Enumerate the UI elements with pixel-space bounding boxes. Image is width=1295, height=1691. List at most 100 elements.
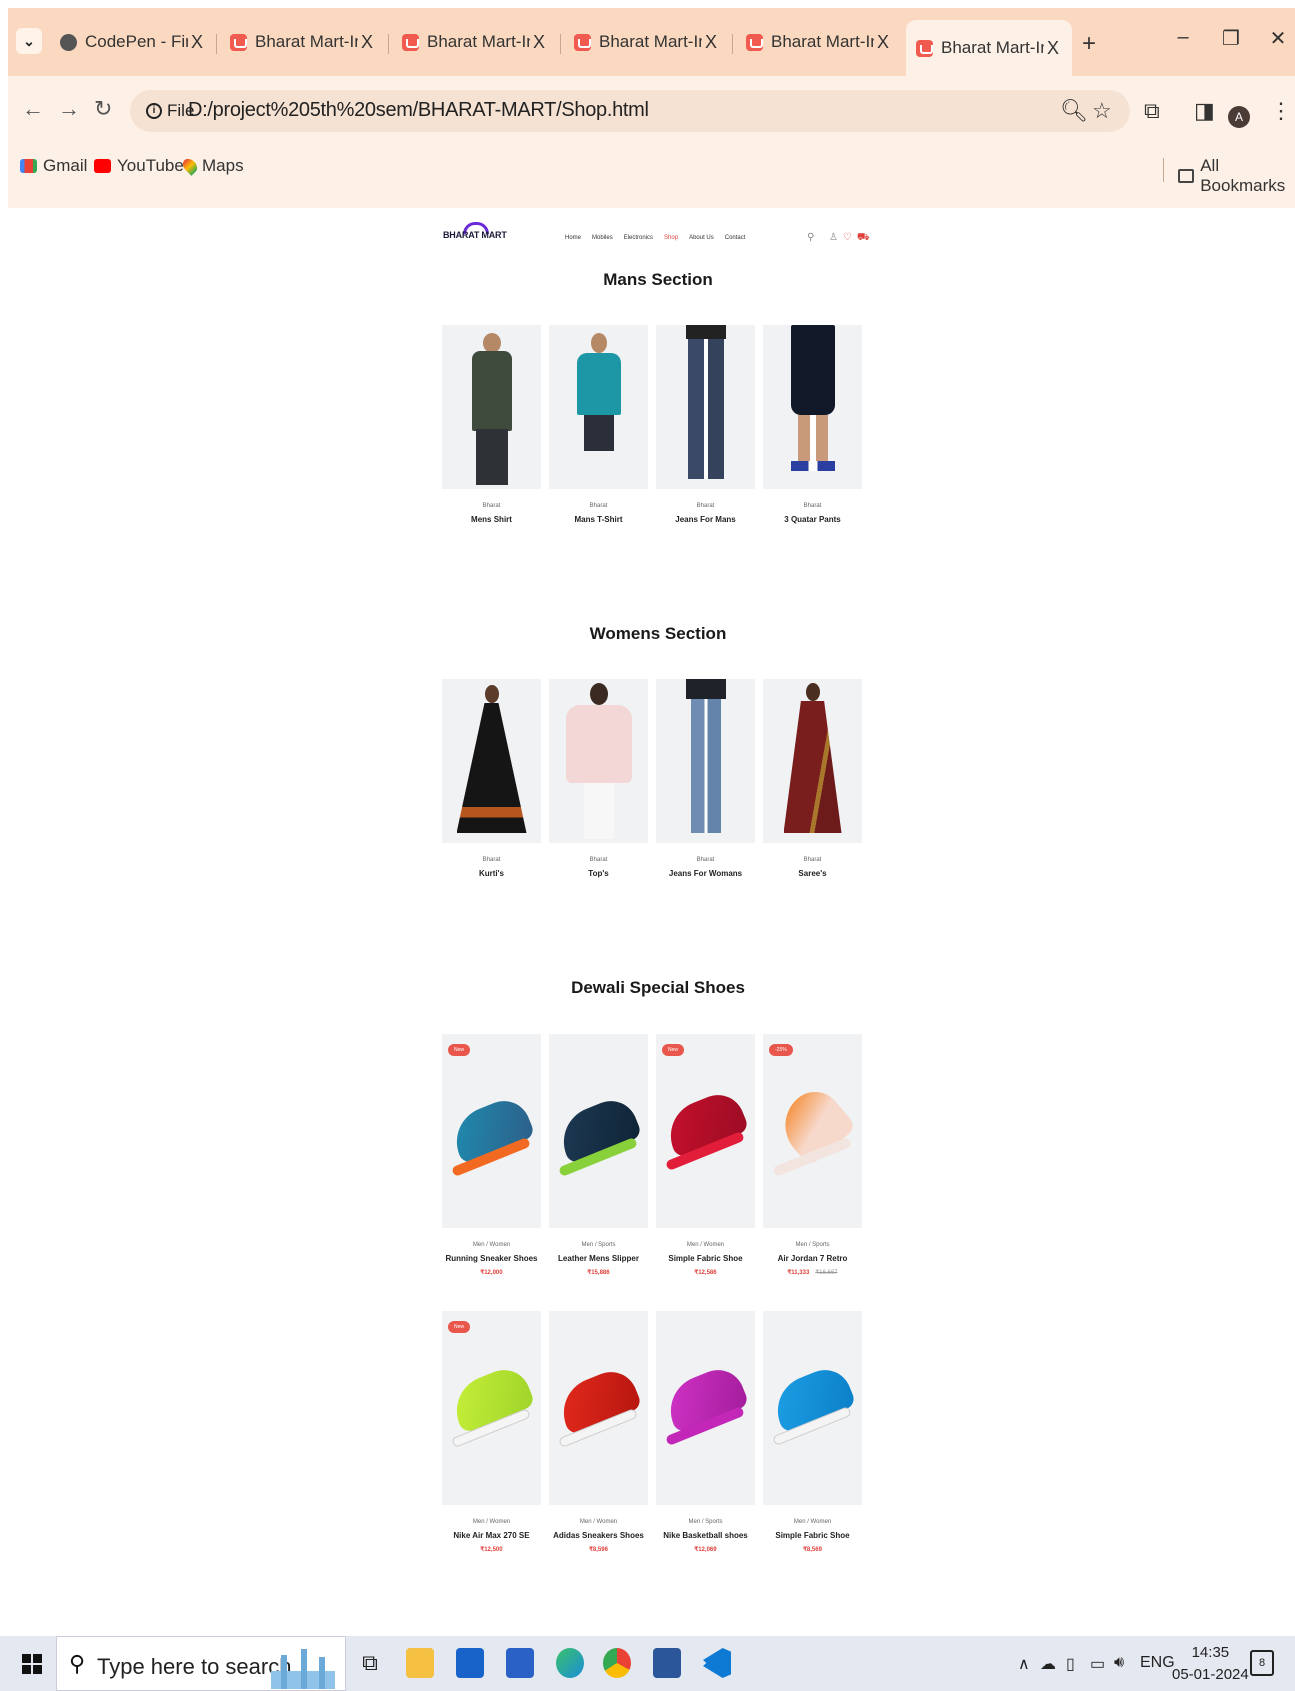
product-card-sarees[interactable]: Bharat Saree's xyxy=(763,679,862,878)
product-card-3-quatar-pants[interactable]: Bharat 3 Quatar Pants xyxy=(763,325,862,524)
forward-arrow-icon[interactable]: → xyxy=(58,96,80,122)
edge-icon[interactable] xyxy=(556,1648,584,1678)
outlook-icon[interactable] xyxy=(456,1648,484,1678)
product-card-mens-shirt[interactable]: Bharat Mens Shirt xyxy=(442,325,541,524)
nav-about[interactable]: About Us xyxy=(689,235,714,241)
back-arrow-icon[interactable]: ← xyxy=(22,96,44,122)
bookmark-youtube[interactable]: YouTube xyxy=(94,156,184,176)
microsoft-store-icon[interactable] xyxy=(506,1648,534,1678)
product-card-running-sneaker[interactable]: New Men / Women Running Sneaker Shoes ₹1… xyxy=(442,1034,541,1276)
product-card-nike-air-max[interactable]: New Men / Women Nike Air Max 270 SE ₹12,… xyxy=(442,1311,541,1553)
word-icon[interactable] xyxy=(653,1648,681,1678)
product-image[interactable]: New xyxy=(442,1311,541,1505)
product-image[interactable] xyxy=(656,325,755,489)
product-name[interactable]: Simple Fabric Shoe xyxy=(656,1254,755,1263)
search-icon[interactable]: ⚲ xyxy=(807,232,814,243)
product-name[interactable]: Mans T-Shirt xyxy=(549,515,648,524)
language-indicator[interactable]: ENG xyxy=(1140,1654,1175,1672)
tab-close-icon[interactable]: X xyxy=(702,32,720,53)
bookmark-maps[interactable]: Maps xyxy=(180,156,244,176)
battery-icon[interactable]: ▯ xyxy=(1066,1654,1075,1674)
product-card-simple-fabric-1[interactable]: New Men / Women Simple Fabric Shoe ₹12,5… xyxy=(656,1034,755,1276)
product-image[interactable]: New xyxy=(656,1034,755,1228)
tab-close-icon[interactable]: X xyxy=(530,32,548,53)
bookmark-gmail[interactable]: Gmail xyxy=(20,156,87,176)
address-bar[interactable]: i File D:/project%205th%20sem/BHARAT-MAR… xyxy=(130,90,1130,132)
kebab-menu-icon[interactable]: ⋮ xyxy=(1270,98,1292,124)
tab-close-icon[interactable]: X xyxy=(188,32,206,53)
taskbar-clock[interactable]: 14:35 05-01-2024 xyxy=(1172,1642,1249,1686)
product-image[interactable] xyxy=(549,1311,648,1505)
nav-mobiles[interactable]: Mobiles xyxy=(592,235,613,241)
product-name[interactable]: Mens Shirt xyxy=(442,515,541,524)
new-tab-plus-icon[interactable]: + xyxy=(1082,30,1096,58)
product-image[interactable] xyxy=(549,679,648,843)
product-image[interactable] xyxy=(763,1311,862,1505)
product-image[interactable]: New xyxy=(442,1034,541,1228)
windows-start-icon[interactable] xyxy=(22,1654,42,1674)
product-name[interactable]: Nike Basketball shoes xyxy=(656,1531,755,1540)
notifications-icon[interactable]: 8 xyxy=(1250,1650,1274,1676)
product-name[interactable]: 3 Quatar Pants xyxy=(763,515,862,524)
tab-close-icon[interactable]: X xyxy=(1044,38,1062,59)
product-image[interactable] xyxy=(442,679,541,843)
reload-icon[interactable]: ↻ xyxy=(94,96,112,122)
product-card-kurtis[interactable]: Bharat Kurti's xyxy=(442,679,541,878)
tab-bharat-mart-4[interactable]: Bharat Mart-Indian X xyxy=(736,22,902,62)
product-name[interactable]: Nike Air Max 270 SE xyxy=(442,1531,541,1540)
tab-close-icon[interactable]: X xyxy=(358,32,376,53)
extensions-puzzle-icon[interactable]: ⧉ xyxy=(1144,98,1160,124)
profile-avatar[interactable]: A xyxy=(1228,106,1250,128)
volume-icon[interactable]: 🔊︎ xyxy=(1114,1654,1124,1672)
tab-bharat-mart-2[interactable]: Bharat Mart-Indian X xyxy=(392,22,558,62)
product-card-air-jordan[interactable]: -25% Men / Sports Air Jordan 7 Retro ₹11… xyxy=(763,1034,862,1276)
product-card-jeans-mans[interactable]: Bharat Jeans For Mans xyxy=(656,325,755,524)
product-name[interactable]: Air Jordan 7 Retro xyxy=(763,1254,862,1263)
product-name[interactable]: Jeans For Mans xyxy=(656,515,755,524)
tab-close-icon[interactable]: X xyxy=(874,32,892,53)
nav-shop[interactable]: Shop xyxy=(664,235,678,241)
chrome-icon[interactable] xyxy=(603,1648,631,1678)
tab-bharat-mart-active[interactable]: Bharat Mart-Indian X xyxy=(906,20,1072,76)
product-image[interactable] xyxy=(656,1311,755,1505)
network-icon[interactable]: ▭ xyxy=(1090,1654,1105,1674)
product-name[interactable]: Jeans For Womans xyxy=(656,869,755,878)
product-card-adidas-sneakers[interactable]: Men / Women Adidas Sneakers Shoes ₹8,596 xyxy=(549,1311,648,1553)
product-image[interactable] xyxy=(656,679,755,843)
nav-home[interactable]: Home xyxy=(565,235,581,241)
product-image[interactable] xyxy=(549,325,648,489)
product-name[interactable]: Running Sneaker Shoes xyxy=(442,1254,541,1263)
tab-bharat-mart-3[interactable]: Bharat Mart-Indian X xyxy=(564,22,730,62)
product-card-mans-tshirt[interactable]: Bharat Mans T-Shirt xyxy=(549,325,648,524)
product-image[interactable] xyxy=(763,679,862,843)
product-card-nike-basketball[interactable]: Men / Sports Nike Basketball shoes ₹12,0… xyxy=(656,1311,755,1553)
minimize-icon[interactable]: – xyxy=(1168,26,1198,49)
product-name[interactable]: Kurti's xyxy=(442,869,541,878)
window-close-icon[interactable]: ✕ xyxy=(1263,26,1293,51)
product-card-jeans-womans[interactable]: Bharat Jeans For Womans xyxy=(656,679,755,878)
product-name[interactable]: Adidas Sneakers Shoes xyxy=(549,1531,648,1540)
vscode-icon[interactable] xyxy=(703,1648,731,1678)
side-panel-icon[interactable]: ◨ xyxy=(1194,98,1215,124)
product-card-leather-slipper[interactable]: Men / Sports Leather Mens Slipper ₹15,88… xyxy=(549,1034,648,1276)
cart-icon[interactable]: ⛟ xyxy=(857,232,870,245)
url-text[interactable]: D:/project%205th%20sem/BHARAT-MART/Shop.… xyxy=(188,99,649,122)
product-image[interactable]: -25% xyxy=(763,1034,862,1228)
show-hidden-icons-chevron-icon[interactable]: ∧ xyxy=(1018,1654,1030,1674)
all-bookmarks[interactable]: All Bookmarks xyxy=(1178,156,1295,196)
product-name[interactable]: Leather Mens Slipper xyxy=(549,1254,648,1263)
file-explorer-icon[interactable] xyxy=(406,1648,434,1678)
product-image[interactable] xyxy=(549,1034,648,1228)
nav-electronics[interactable]: Electronics xyxy=(624,235,653,241)
onedrive-icon[interactable]: ☁ xyxy=(1040,1654,1056,1674)
taskbar-search[interactable]: ⚲ Type here to search xyxy=(56,1636,346,1691)
zoom-icon[interactable]: 🔍︎ xyxy=(1060,98,1088,124)
restore-icon[interactable]: ❐ xyxy=(1216,26,1246,51)
product-image[interactable] xyxy=(763,325,862,489)
tab-bharat-mart-1[interactable]: Bharat Mart-Indian X xyxy=(220,22,386,62)
nav-contact[interactable]: Contact xyxy=(725,235,746,241)
product-card-tops[interactable]: Bharat Top's xyxy=(549,679,648,878)
product-name[interactable]: Top's xyxy=(549,869,648,878)
user-icon[interactable]: ♙ xyxy=(829,232,838,243)
product-card-simple-fabric-2[interactable]: Men / Women Simple Fabric Shoe ₹8,569 xyxy=(763,1311,862,1553)
